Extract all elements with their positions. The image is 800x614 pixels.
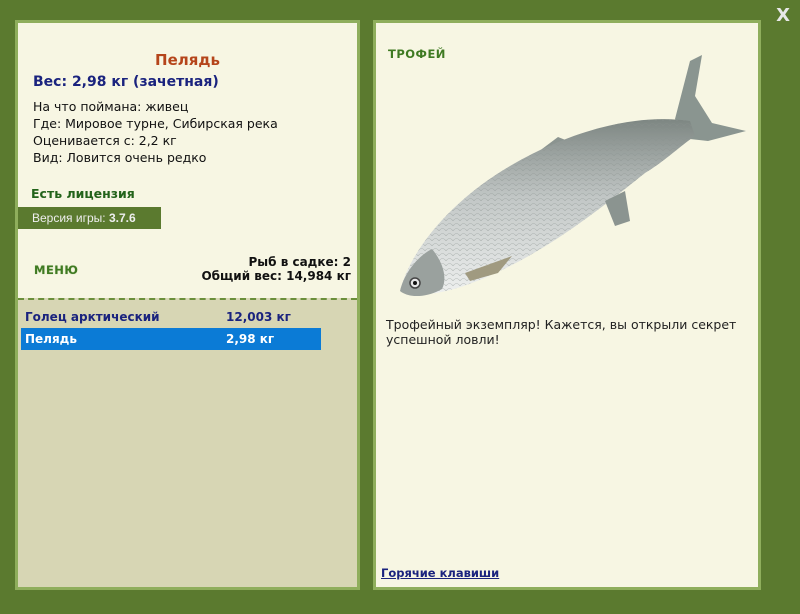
trophy-description: Трофейный экземпляр! Кажется, вы открыли… [386,317,737,347]
catch-list: Голец арктический 12,003 кг Пелядь 2,98 … [18,298,357,587]
catch-row-name: Голец арктический [25,310,160,324]
catch-row-selected[interactable]: Пелядь 2,98 кг [21,328,321,350]
fish-details: На что поймана: живец Где: Мировое турне… [33,98,278,166]
close-button[interactable]: X [776,5,790,26]
detail-location: Где: Мировое турне, Сибирская река [33,116,278,131]
detail-rarity: Вид: Ловится очень редко [33,150,207,165]
license-status: Есть лицензия [31,186,135,201]
catch-row-weight: 2,98 кг [226,332,275,346]
fish-picture [400,55,746,296]
fish-name: Пелядь [155,51,220,69]
hotkeys-link[interactable]: Горячие клавиши [381,566,499,580]
fish-info-panel: Пелядь Вес: 2,98 кг (зачетная) На что по… [15,20,360,590]
fish-weight: Вес: 2,98 кг (зачетная) [33,74,219,90]
version-value: 3.7.6 [108,211,136,225]
version-badge: Версия игры: 3.7.6 [18,207,161,229]
catch-row[interactable]: Голец арктический 12,003 кг [21,306,321,328]
total-weight: Общий вес: 14,984 кг [201,269,351,283]
trophy-panel: ТРОФЕЙ Трофейный экземпляр! Кажется, вы … [373,20,761,590]
menu-button[interactable]: МЕНЮ [34,263,78,277]
detail-bait: На что поймана: живец [33,99,189,114]
catch-row-name: Пелядь [25,332,77,346]
detail-min-weight: Оценивается с: 2,2 кг [33,133,177,148]
version-label: Версия игры: [32,211,106,225]
fish-count: Рыб в садке: 2 [248,255,352,269]
catch-stats: Рыб в садке: 2 Общий вес: 14,984 кг [201,255,351,283]
catch-row-weight: 12,003 кг [226,310,291,324]
